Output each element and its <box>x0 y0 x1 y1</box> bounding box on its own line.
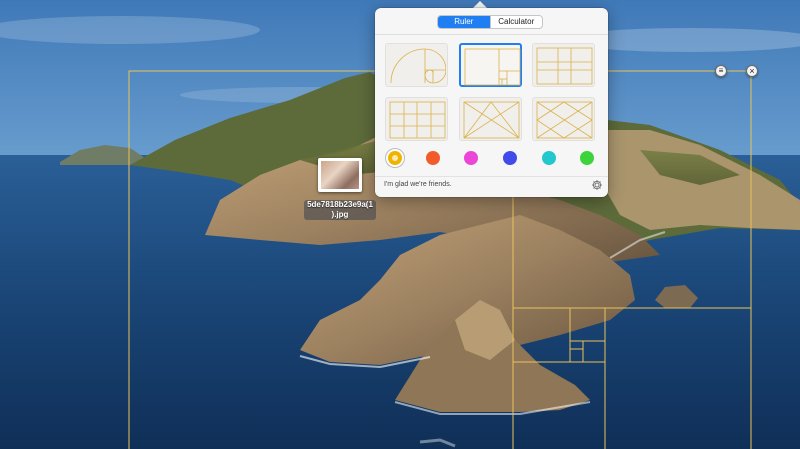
gear-icon[interactable] <box>591 179 603 191</box>
color-swatch-yellow[interactable] <box>388 151 402 165</box>
template-diagonals[interactable] <box>459 97 522 141</box>
color-swatch-magenta[interactable] <box>464 151 478 165</box>
template-golden-rectangles[interactable] <box>459 43 522 87</box>
tab-ruler[interactable]: Ruler <box>438 16 490 28</box>
template-grid-4x3[interactable] <box>385 97 448 141</box>
file-name-label: 5de7818b23e9a(1).jpg <box>304 200 376 220</box>
footer-message: I'm glad we're friends. <box>384 181 452 188</box>
file-name-line-1: 5de7818b23e9a(1 <box>307 200 373 209</box>
popover-arrow <box>473 1 487 8</box>
color-swatch-blue[interactable] <box>503 151 517 165</box>
footer-divider <box>375 176 608 177</box>
tab-calculator[interactable]: Calculator <box>489 16 543 28</box>
file-name-line-2: ).jpg <box>331 210 349 219</box>
template-golden-spiral[interactable] <box>385 43 448 87</box>
color-swatch-green[interactable] <box>580 151 594 165</box>
color-swatch-cyan[interactable] <box>542 151 556 165</box>
menu-icon[interactable]: ≡ <box>715 65 727 77</box>
diagonals-icon <box>463 101 520 139</box>
popover-divider <box>375 34 608 35</box>
mode-segmented-control: Ruler Calculator <box>437 15 543 29</box>
golden-spiral-icon <box>390 48 446 84</box>
grid-3x3-icon <box>536 47 593 85</box>
color-swatch-orange[interactable] <box>426 151 440 165</box>
diagonals-dense-icon <box>536 101 593 139</box>
close-icon[interactable]: × <box>746 65 758 77</box>
file-thumbnail <box>318 158 362 192</box>
desktop-file-icon[interactable]: 5de7818b23e9a(1).jpg <box>300 158 380 222</box>
golden-rectangles-icon <box>464 48 521 86</box>
ruler-popover: Ruler Calculator I'm glad we're friends. <box>375 8 608 197</box>
grid-4x3-icon <box>389 101 446 139</box>
template-grid-3x3[interactable] <box>532 43 595 87</box>
template-diagonals-dense[interactable] <box>532 97 595 141</box>
